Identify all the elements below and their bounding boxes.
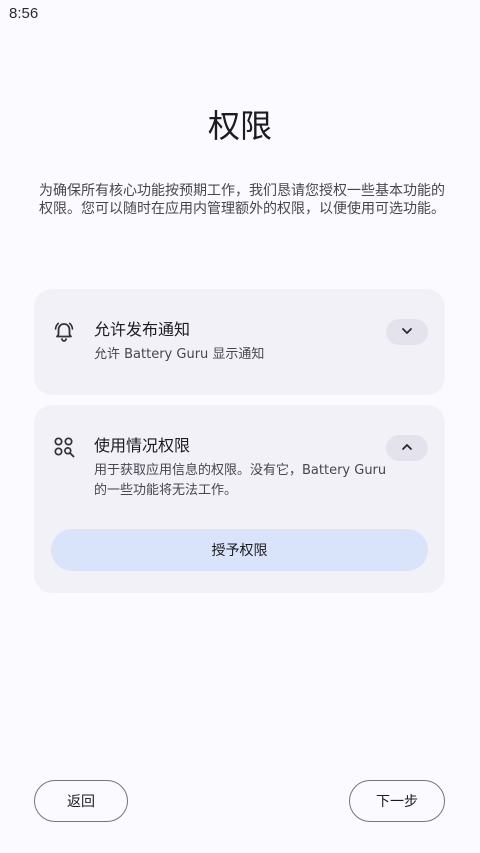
permission-title: 允许发布通知 (94, 320, 191, 339)
back-button[interactable]: 返回 (34, 780, 128, 822)
page-title: 权限 (207, 107, 272, 145)
grant-permission-button[interactable]: 授予权限 (51, 529, 428, 571)
expand-button[interactable] (386, 319, 428, 345)
chevron-down-icon (400, 323, 414, 342)
permission-card-notifications[interactable]: 允许发布通知 允许 Battery Guru 显示通知 (34, 289, 445, 395)
permission-description: 允许 Battery Guru 显示通知 (94, 347, 265, 362)
bell-icon (52, 320, 76, 344)
usage-stats-icon (52, 435, 76, 459)
collapse-button[interactable] (386, 435, 428, 461)
next-button[interactable]: 下一步 (349, 780, 445, 822)
permission-title: 使用情况权限 (94, 436, 191, 455)
permission-card-usage[interactable]: 使用情况权限 用于获取应用信息的权限。没有它，Battery Guru 的一些功… (34, 405, 445, 593)
status-time: 8:56 (9, 5, 39, 22)
permission-description: 用于获取应用信息的权限。没有它，Battery Guru 的一些功能将无法工作。 (94, 463, 387, 498)
intro-text: 为确保所有核心功能按预期工作，我们恳请您授权一些基本功能的权限。您可以随时在应用… (39, 183, 445, 217)
chevron-up-icon (400, 439, 414, 458)
status-bar: 8:56 (0, 0, 480, 32)
